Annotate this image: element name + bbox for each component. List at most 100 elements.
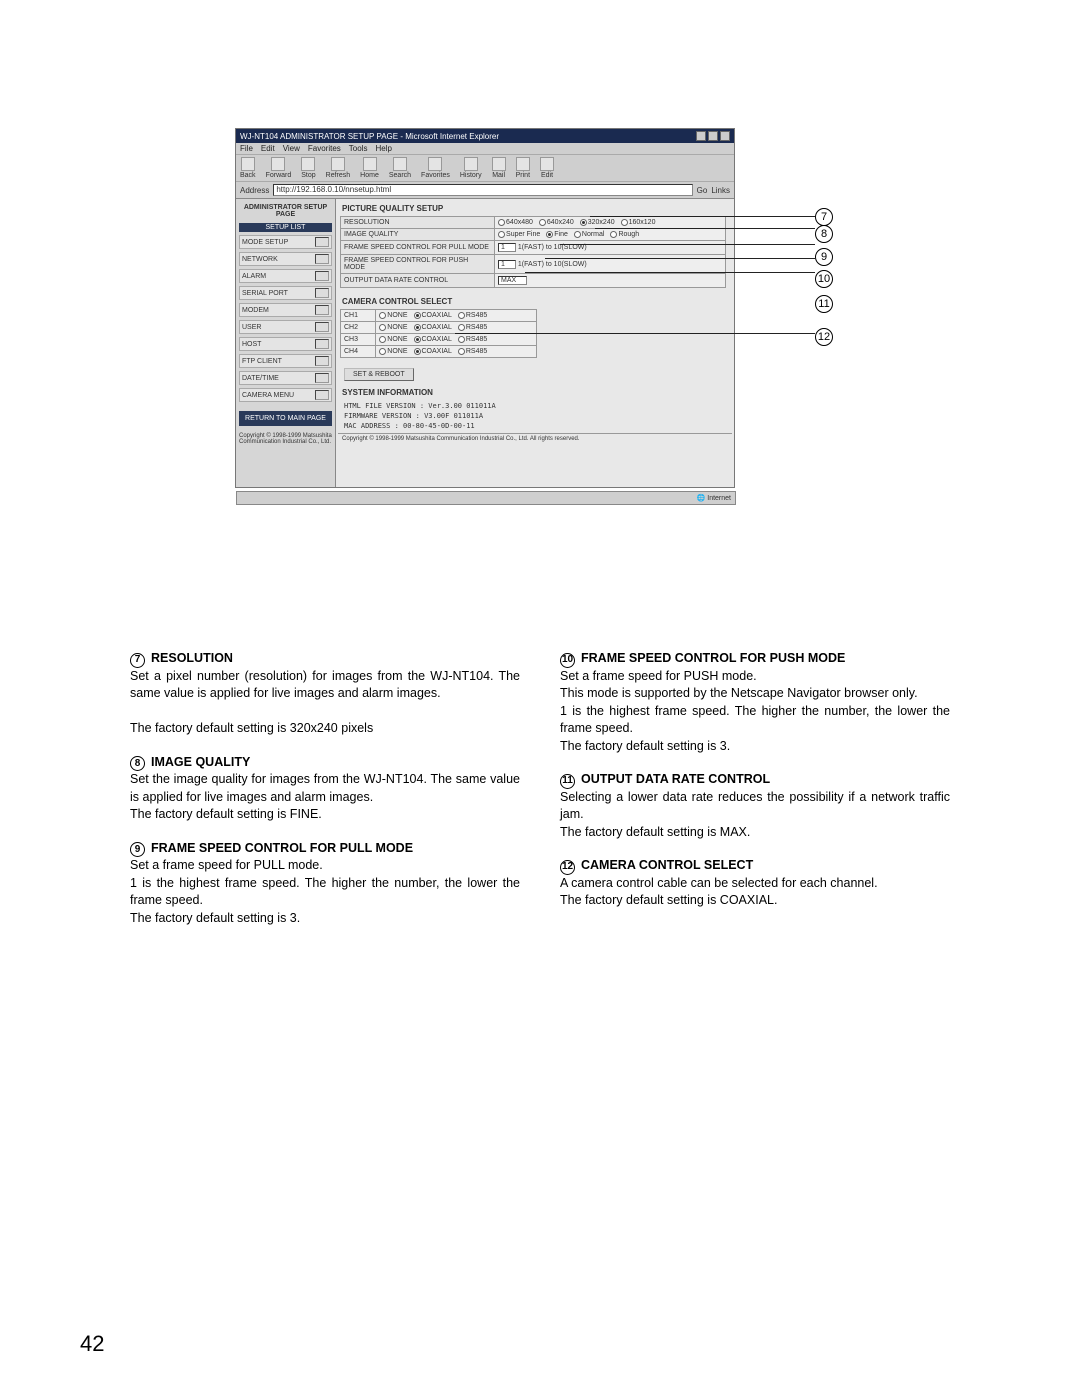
radio-icon — [539, 219, 546, 226]
sidebar-item-serial[interactable]: SERIAL PORT — [239, 286, 332, 300]
indicator-icon — [315, 373, 329, 383]
res-opt-320x240[interactable]: 320x240 — [580, 219, 615, 226]
address-input[interactable]: http://192.168.0.10/nnsetup.html — [273, 184, 692, 196]
res-opt-640x480[interactable]: 640x480 — [498, 219, 533, 226]
sys-fw-ver: FIRMWARE VERSION : V3.00F 011011A — [344, 412, 726, 422]
tb-edit[interactable]: Edit — [540, 157, 554, 179]
cc4-none[interactable]: NONE — [379, 348, 407, 355]
pq-title: PICTURE QUALITY SETUP — [338, 201, 732, 216]
title-8: IMAGE QUALITY — [151, 755, 250, 769]
indicator-icon — [315, 288, 329, 298]
stop-icon — [301, 157, 315, 171]
tb-fav[interactable]: Favorites — [421, 157, 450, 179]
iq-opt-normal[interactable]: Normal — [574, 231, 605, 238]
row-output-label: OUTPUT DATA RATE CONTROL — [341, 274, 495, 288]
globe-icon: 🌐 — [697, 494, 706, 502]
radio-icon — [458, 324, 465, 331]
tb-forward[interactable]: Forward — [266, 157, 292, 179]
cc2-coax[interactable]: COAXIAL — [414, 324, 452, 331]
cc1-none[interactable]: NONE — [379, 312, 407, 319]
num-8: 8 — [130, 756, 145, 771]
item-9: 9FRAME SPEED CONTROL FOR PULL MODE Set a… — [130, 840, 520, 928]
tb-mail[interactable]: Mail — [492, 157, 506, 179]
sidebar-item-host[interactable]: HOST — [239, 337, 332, 351]
menu-file[interactable]: File — [240, 144, 253, 153]
cc2-rs485[interactable]: RS485 — [458, 324, 487, 331]
cc3-rs485[interactable]: RS485 — [458, 336, 487, 343]
print-icon — [516, 157, 530, 171]
cc3-none[interactable]: NONE — [379, 336, 407, 343]
output-select[interactable]: MAX — [498, 276, 527, 285]
tb-print[interactable]: Print — [516, 157, 530, 179]
indicator-icon — [315, 305, 329, 315]
cc-ch1-opts: NONE COAXIAL RS485 — [376, 310, 537, 322]
radio-icon — [414, 324, 421, 331]
tb-search[interactable]: Search — [389, 157, 411, 179]
home-icon — [363, 157, 377, 171]
sidebar-item-mode[interactable]: MODE SETUP — [239, 235, 332, 249]
radio-icon — [574, 231, 581, 238]
menu-view[interactable]: View — [283, 144, 300, 153]
content-footer: Copyright © 1998-1999 Matsushita Communi… — [338, 433, 732, 444]
p8-1: Set the image quality for images from th… — [130, 771, 520, 806]
title-bar: WJ-NT104 ADMINISTRATOR SETUP PAGE - Micr… — [236, 129, 734, 143]
cc2-none[interactable]: NONE — [379, 324, 407, 331]
sidebar-item-camera[interactable]: CAMERA MENU — [239, 388, 332, 402]
sidebar-item-network[interactable]: NETWORK — [239, 252, 332, 266]
iq-opt-superfine[interactable]: Super Fine — [498, 231, 540, 238]
res-opt-640x240[interactable]: 640x240 — [539, 219, 574, 226]
address-bar: Address http://192.168.0.10/nnsetup.html… — [236, 182, 734, 199]
return-button[interactable]: RETURN TO MAIN PAGE — [239, 411, 332, 426]
page-number: 42 — [80, 1331, 104, 1357]
row-output-value: MAX — [495, 274, 726, 288]
minimize-icon[interactable] — [696, 131, 706, 141]
tb-history[interactable]: History — [460, 157, 482, 179]
sidebar-item-date[interactable]: DATE/TIME — [239, 371, 332, 385]
radio-icon — [379, 336, 386, 343]
sidebar-listhead: SETUP LIST — [239, 223, 332, 232]
close-icon[interactable] — [720, 131, 730, 141]
indicator-icon — [315, 339, 329, 349]
radio-icon — [610, 231, 617, 238]
tb-back[interactable]: Back — [240, 157, 256, 179]
go-button[interactable]: Go — [697, 186, 708, 195]
sidebar-item-user[interactable]: USER — [239, 320, 332, 334]
status-bar: 🌐 Internet — [236, 491, 736, 505]
cc-table: CH1 NONE COAXIAL RS485 CH2 NONE COAXIAL … — [340, 309, 537, 358]
menu-tools[interactable]: Tools — [349, 144, 368, 153]
menu-edit[interactable]: Edit — [261, 144, 275, 153]
sidebar-item-modem[interactable]: MODEM — [239, 303, 332, 317]
radio-icon — [414, 336, 421, 343]
cc-ch2: CH2 — [341, 322, 376, 334]
description-columns: 7RESOLUTION Set a pixel number (resoluti… — [130, 650, 950, 943]
sidebar-item-alarm[interactable]: ALARM — [239, 269, 332, 283]
iq-opt-rough[interactable]: Rough — [610, 231, 639, 238]
row-push-label: FRAME SPEED CONTROL FOR PUSH MODE — [341, 255, 495, 274]
sidebar-item-ftp[interactable]: FTP CLIENT — [239, 354, 332, 368]
set-reboot-button[interactable]: SET & REBOOT — [344, 368, 414, 381]
menu-bar: File Edit View Favorites Tools Help — [236, 143, 734, 154]
tb-home[interactable]: Home — [360, 157, 379, 179]
cc4-rs485[interactable]: RS485 — [458, 348, 487, 355]
cc-ch4: CH4 — [341, 346, 376, 358]
content-panel: PICTURE QUALITY SETUP RESOLUTION 640x480… — [336, 199, 734, 487]
cc1-rs485[interactable]: RS485 — [458, 312, 487, 319]
tb-refresh[interactable]: Refresh — [326, 157, 351, 179]
menu-help[interactable]: Help — [375, 144, 391, 153]
iq-opt-fine[interactable]: Fine — [546, 231, 568, 238]
radio-icon — [498, 219, 505, 226]
p11-2: The factory default setting is MAX. — [560, 824, 950, 842]
cc3-coax[interactable]: COAXIAL — [414, 336, 452, 343]
pull-select[interactable]: 1 — [498, 243, 516, 252]
links-label[interactable]: Links — [711, 186, 730, 195]
p9-1: Set a frame speed for PULL mode. — [130, 857, 520, 875]
item-7: 7RESOLUTION Set a pixel number (resoluti… — [130, 650, 520, 738]
cc4-coax[interactable]: COAXIAL — [414, 348, 452, 355]
push-select[interactable]: 1 — [498, 260, 516, 269]
tb-stop[interactable]: Stop — [301, 157, 315, 179]
cc1-coax[interactable]: COAXIAL — [414, 312, 452, 319]
res-opt-160x120[interactable]: 160x120 — [621, 219, 656, 226]
sys-mac: MAC ADDRESS : 00-80-45-0D-00-11 — [344, 422, 726, 432]
menu-fav[interactable]: Favorites — [308, 144, 341, 153]
maximize-icon[interactable] — [708, 131, 718, 141]
